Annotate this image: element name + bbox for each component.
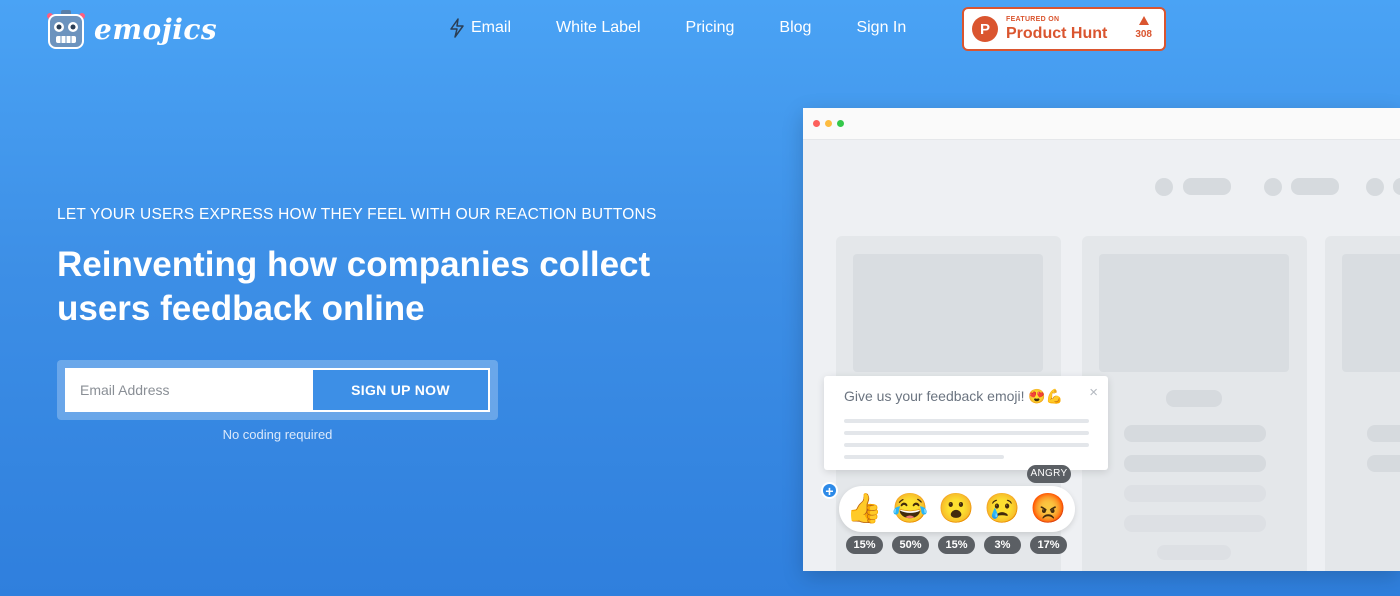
hero-eyebrow: LET YOUR USERS EXPRESS HOW THEY FEEL WIT… bbox=[57, 206, 657, 223]
nav-link-white-label[interactable]: White Label bbox=[556, 18, 641, 38]
browser-title-bar bbox=[803, 108, 1400, 140]
window-maximize-dot bbox=[837, 120, 844, 127]
skeleton-nav-dot bbox=[1366, 178, 1384, 196]
add-reaction-icon[interactable]: + bbox=[821, 482, 838, 499]
widget-text-line bbox=[844, 419, 1089, 423]
skeleton-card-line bbox=[1124, 425, 1266, 442]
thumbs-up-icon[interactable]: 👍 bbox=[846, 491, 882, 527]
skeleton-card-line bbox=[1124, 455, 1266, 472]
hero-headline-line-1: Reinventing how companies collect bbox=[57, 245, 651, 284]
reaction-bar: 👍 😂 😮 😢 😡 bbox=[839, 486, 1075, 532]
nav-links: Email White Label Pricing Blog Sign In bbox=[448, 18, 951, 38]
skeleton-card-line bbox=[1367, 425, 1400, 442]
widget-text-line bbox=[844, 431, 1089, 435]
skeleton-nav-item bbox=[1183, 178, 1231, 195]
reaction-percent: 3% bbox=[984, 536, 1021, 554]
skeleton-card bbox=[1325, 236, 1400, 571]
skeleton-nav-item bbox=[1393, 178, 1400, 195]
close-icon[interactable]: × bbox=[1089, 384, 1098, 401]
hero-headline: Reinventing how companies collect users … bbox=[57, 243, 697, 331]
robot-logo-icon bbox=[47, 10, 85, 49]
skeleton-card-line bbox=[1124, 515, 1266, 532]
feedback-widget: Give us your feedback emoji! 😍💪 × bbox=[824, 376, 1108, 470]
nav-link-sign-in[interactable]: Sign In bbox=[856, 18, 906, 38]
nav-link-email-label: Email bbox=[471, 19, 512, 36]
widget-text-line bbox=[844, 455, 1004, 459]
skeleton-card-line bbox=[1367, 455, 1400, 472]
angry-face-icon[interactable]: 😡 bbox=[1030, 491, 1066, 527]
skeleton-card bbox=[1082, 236, 1307, 571]
product-mockup-browser: Give us your feedback emoji! 😍💪 × + ANGR… bbox=[803, 108, 1400, 571]
skeleton-nav-dot bbox=[1264, 178, 1282, 196]
lightning-icon bbox=[450, 18, 464, 38]
product-hunt-name: Product Hunt bbox=[1006, 25, 1108, 42]
skeleton-card-title bbox=[1166, 390, 1222, 407]
brand-logo[interactable]: emojics bbox=[46, 8, 217, 50]
no-coding-note: No coding required bbox=[222, 427, 333, 442]
widget-text-line bbox=[844, 443, 1089, 447]
reaction-percent: 15% bbox=[938, 536, 975, 554]
product-hunt-vote-count: 308 bbox=[1135, 29, 1152, 40]
hero-headline-line-2: users feedback online bbox=[57, 289, 425, 328]
brand-name: emojics bbox=[94, 12, 218, 46]
signup-form: SIGN UP NOW bbox=[57, 360, 498, 420]
product-hunt-votes: 308 bbox=[1135, 16, 1152, 41]
skeleton-card-line bbox=[1124, 485, 1266, 502]
reaction-tooltip: ANGRY bbox=[1027, 465, 1071, 483]
product-hunt-text: FEATURED ON Product Hunt bbox=[1006, 16, 1107, 42]
window-close-dot bbox=[813, 120, 820, 127]
nav-link-blog[interactable]: Blog bbox=[779, 18, 811, 38]
skeleton-card-image bbox=[853, 254, 1043, 372]
sign-up-button[interactable]: SIGN UP NOW bbox=[311, 368, 490, 412]
window-minimize-dot bbox=[825, 120, 832, 127]
skeleton-card-image bbox=[1099, 254, 1289, 372]
skeleton-nav-item bbox=[1291, 178, 1339, 195]
upvote-arrow-icon bbox=[1138, 16, 1149, 25]
product-hunt-badge[interactable]: P FEATURED ON Product Hunt 308 bbox=[962, 7, 1166, 51]
nav-link-pricing[interactable]: Pricing bbox=[686, 18, 735, 38]
reaction-percent: 15% bbox=[846, 536, 883, 554]
email-field[interactable] bbox=[65, 368, 311, 412]
crying-icon[interactable]: 😢 bbox=[984, 491, 1020, 527]
reaction-percent: 17% bbox=[1030, 536, 1067, 554]
feedback-widget-title: Give us your feedback emoji! 😍💪 bbox=[844, 388, 1064, 404]
laughing-icon[interactable]: 😂 bbox=[892, 491, 928, 527]
product-hunt-featured: FEATURED ON bbox=[1006, 16, 1060, 23]
nav-link-email[interactable]: Email bbox=[448, 18, 511, 38]
top-nav: emojics Email White Label Pricing Blog S… bbox=[0, 0, 1400, 60]
surprised-icon[interactable]: 😮 bbox=[938, 491, 974, 527]
skeleton-card-line bbox=[1157, 545, 1231, 560]
reaction-percent: 50% bbox=[892, 536, 929, 554]
skeleton-nav-dot bbox=[1155, 178, 1173, 196]
skeleton-card-image bbox=[1342, 254, 1400, 372]
product-hunt-logo-icon: P bbox=[972, 16, 998, 42]
